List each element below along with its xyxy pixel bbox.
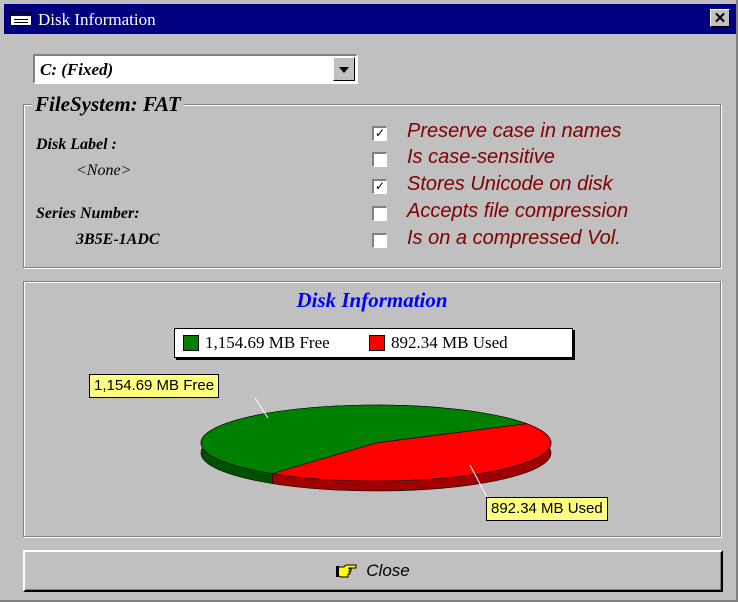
pointing-hand-icon — [336, 563, 358, 579]
pie-chart — [200, 397, 552, 498]
data-label-free: 1,154.69 MB Free — [89, 374, 220, 398]
data-label-used: 892.34 MB Used — [486, 497, 608, 521]
disk-information-window: Disk Information ✕ C: (Fixed) FileSystem… — [0, 0, 738, 602]
close-button[interactable]: Close — [23, 550, 723, 592]
close-button-label: Close — [366, 561, 410, 580]
